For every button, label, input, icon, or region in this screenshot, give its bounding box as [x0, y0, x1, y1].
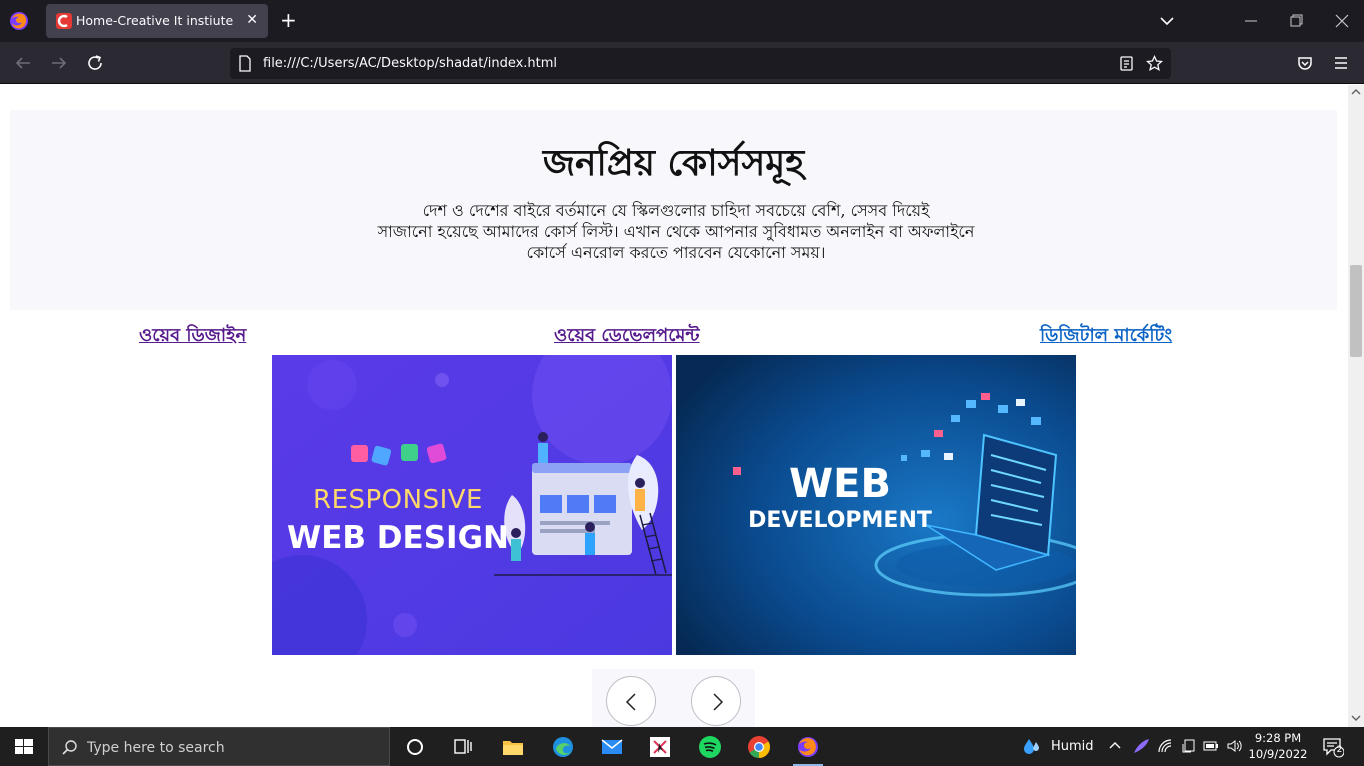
tab-title: Home-Creative It instiute — [76, 13, 234, 28]
restore-window-icon[interactable] — [1285, 11, 1307, 31]
pen-feather-icon[interactable] — [1131, 736, 1151, 756]
slider-navigation — [592, 669, 755, 727]
search-placeholder[interactable]: Type here to search — [87, 740, 225, 756]
spotify-icon — [699, 736, 721, 758]
close-window-icon[interactable] — [1331, 11, 1353, 31]
mail-icon — [601, 739, 623, 754]
description-line: কোর্সে এনরোল করতে পারবেন যেকোনো সময়। — [526, 243, 826, 262]
course-card-web-development[interactable]: WEB DEVELOPMENT — [676, 355, 1076, 655]
show-hidden-icons-icon[interactable] — [1107, 738, 1123, 754]
list-all-tabs-icon[interactable] — [1158, 12, 1176, 30]
minimize-window-icon[interactable] — [1240, 11, 1262, 31]
url-text[interactable]: file:///C:/Users/AC/Desktop/shadat/index… — [263, 56, 557, 71]
back-icon[interactable] — [14, 54, 32, 72]
forward-icon[interactable] — [50, 54, 68, 72]
task-view-icon — [454, 739, 472, 754]
scroll-up-icon[interactable] — [1351, 87, 1361, 97]
site-favicon-icon — [56, 13, 72, 29]
file-explorer-button[interactable] — [490, 727, 536, 766]
course-link-web-design[interactable]: ওয়েব ডিজাইন — [139, 321, 246, 352]
course-link-digital-marketing[interactable]: ডিজিটাল মার্কেটিং — [1040, 321, 1172, 352]
weather-text[interactable]: Humid — [1051, 739, 1094, 754]
start-button[interactable] — [0, 727, 48, 766]
web-development-illustration: WEB DEVELOPMENT — [676, 355, 1076, 655]
reader-view-icon[interactable] — [1118, 55, 1135, 72]
device-icon[interactable] — [1181, 738, 1197, 754]
pocket-icon[interactable] — [1296, 54, 1314, 72]
scrollbar-thumb[interactable] — [1350, 265, 1362, 357]
reload-icon[interactable] — [86, 54, 104, 72]
card-title-line2: WEB DESIGN — [287, 520, 509, 556]
responsive-web-design-illustration: RESPONSIVE WEB DESIGN — [272, 355, 672, 655]
cortana-icon — [407, 739, 423, 755]
notification-count: 2 — [1336, 745, 1343, 755]
windows-taskbar: Type here to search Humid 9:28 PM 10/9/2… — [0, 727, 1364, 766]
mail-button[interactable] — [589, 727, 635, 766]
popular-courses-section: জনপ্রিয় কোর্সসমূহ দেশ ও দেশের বাইরে বর্… — [10, 110, 1337, 310]
volume-icon[interactable] — [1226, 738, 1242, 754]
windows-logo-icon — [15, 739, 33, 754]
firefox-icon — [798, 737, 818, 757]
firefox-menu-icon[interactable] — [8, 10, 30, 32]
clock-date: 10/9/2022 — [1248, 747, 1308, 761]
page-icon — [239, 55, 251, 72]
card-title-line1: RESPONSIVE — [313, 485, 483, 515]
snipping-tool-icon — [650, 737, 670, 757]
new-tab-button[interactable]: + — [280, 9, 297, 31]
description-line: দেশ ও দেশের বাইরে বর্তমানে যে স্কিলগুলোর… — [422, 201, 930, 220]
bookmark-star-icon[interactable] — [1146, 55, 1163, 72]
edge-icon — [553, 737, 573, 757]
slider-next-button[interactable] — [691, 676, 741, 726]
card-title-line2: DEVELOPMENT — [748, 508, 932, 533]
edge-button[interactable] — [540, 727, 586, 766]
action-center-button[interactable]: 2 — [1322, 736, 1345, 758]
chrome-button[interactable] — [736, 727, 782, 766]
chevron-left-icon — [625, 693, 636, 711]
chrome-icon — [748, 736, 770, 758]
snipping-tool-button[interactable] — [637, 727, 683, 766]
description-line: সাজানো হয়েছে আমাদের কোর্স লিস্ট। এখান থ… — [377, 222, 975, 241]
weather-humid-icon[interactable] — [1022, 736, 1042, 756]
spotify-button[interactable] — [687, 727, 733, 766]
tab-bar: Home-Creative It instiute ✕ + — [0, 0, 1364, 42]
tab-close-icon[interactable]: ✕ — [246, 12, 258, 28]
firefox-button[interactable] — [785, 727, 831, 766]
app-menu-icon[interactable] — [1332, 54, 1350, 72]
page-viewport: জনপ্রিয় কোর্সসমূহ দেশ ও দেশের বাইরে বর্… — [0, 85, 1348, 727]
card-title-line1: WEB — [789, 461, 891, 507]
course-link-web-development[interactable]: ওয়েব ডেভেলপমেন্ট — [554, 321, 700, 352]
chevron-right-icon — [713, 693, 724, 711]
cortana-button[interactable] — [392, 727, 438, 766]
battery-icon[interactable] — [1203, 738, 1219, 754]
url-bar[interactable]: file:///C:/Users/AC/Desktop/shadat/index… — [230, 48, 1171, 79]
slider-prev-button[interactable] — [606, 676, 656, 726]
page-scrollbar[interactable] — [1348, 85, 1364, 727]
wifi-icon[interactable] — [1157, 738, 1173, 754]
course-card-web-design[interactable]: RESPONSIVE WEB DESIGN — [272, 355, 672, 655]
task-view-button[interactable] — [440, 727, 486, 766]
search-icon — [62, 740, 77, 755]
folder-icon — [503, 741, 523, 755]
taskbar-clock[interactable]: 9:28 PM 10/9/2022 — [1248, 730, 1308, 762]
section-description: দেশ ও দেশের বাইরে বর্তমানে যে স্কিলগুলোর… — [356, 200, 996, 263]
taskbar-search[interactable]: Type here to search — [48, 727, 390, 766]
section-title: জনপ্রিয় কোর্সসমূহ — [542, 142, 805, 184]
scroll-down-icon[interactable] — [1351, 713, 1361, 723]
browser-tab[interactable]: Home-Creative It instiute ✕ — [46, 4, 268, 38]
clock-time: 9:28 PM — [1254, 731, 1302, 745]
